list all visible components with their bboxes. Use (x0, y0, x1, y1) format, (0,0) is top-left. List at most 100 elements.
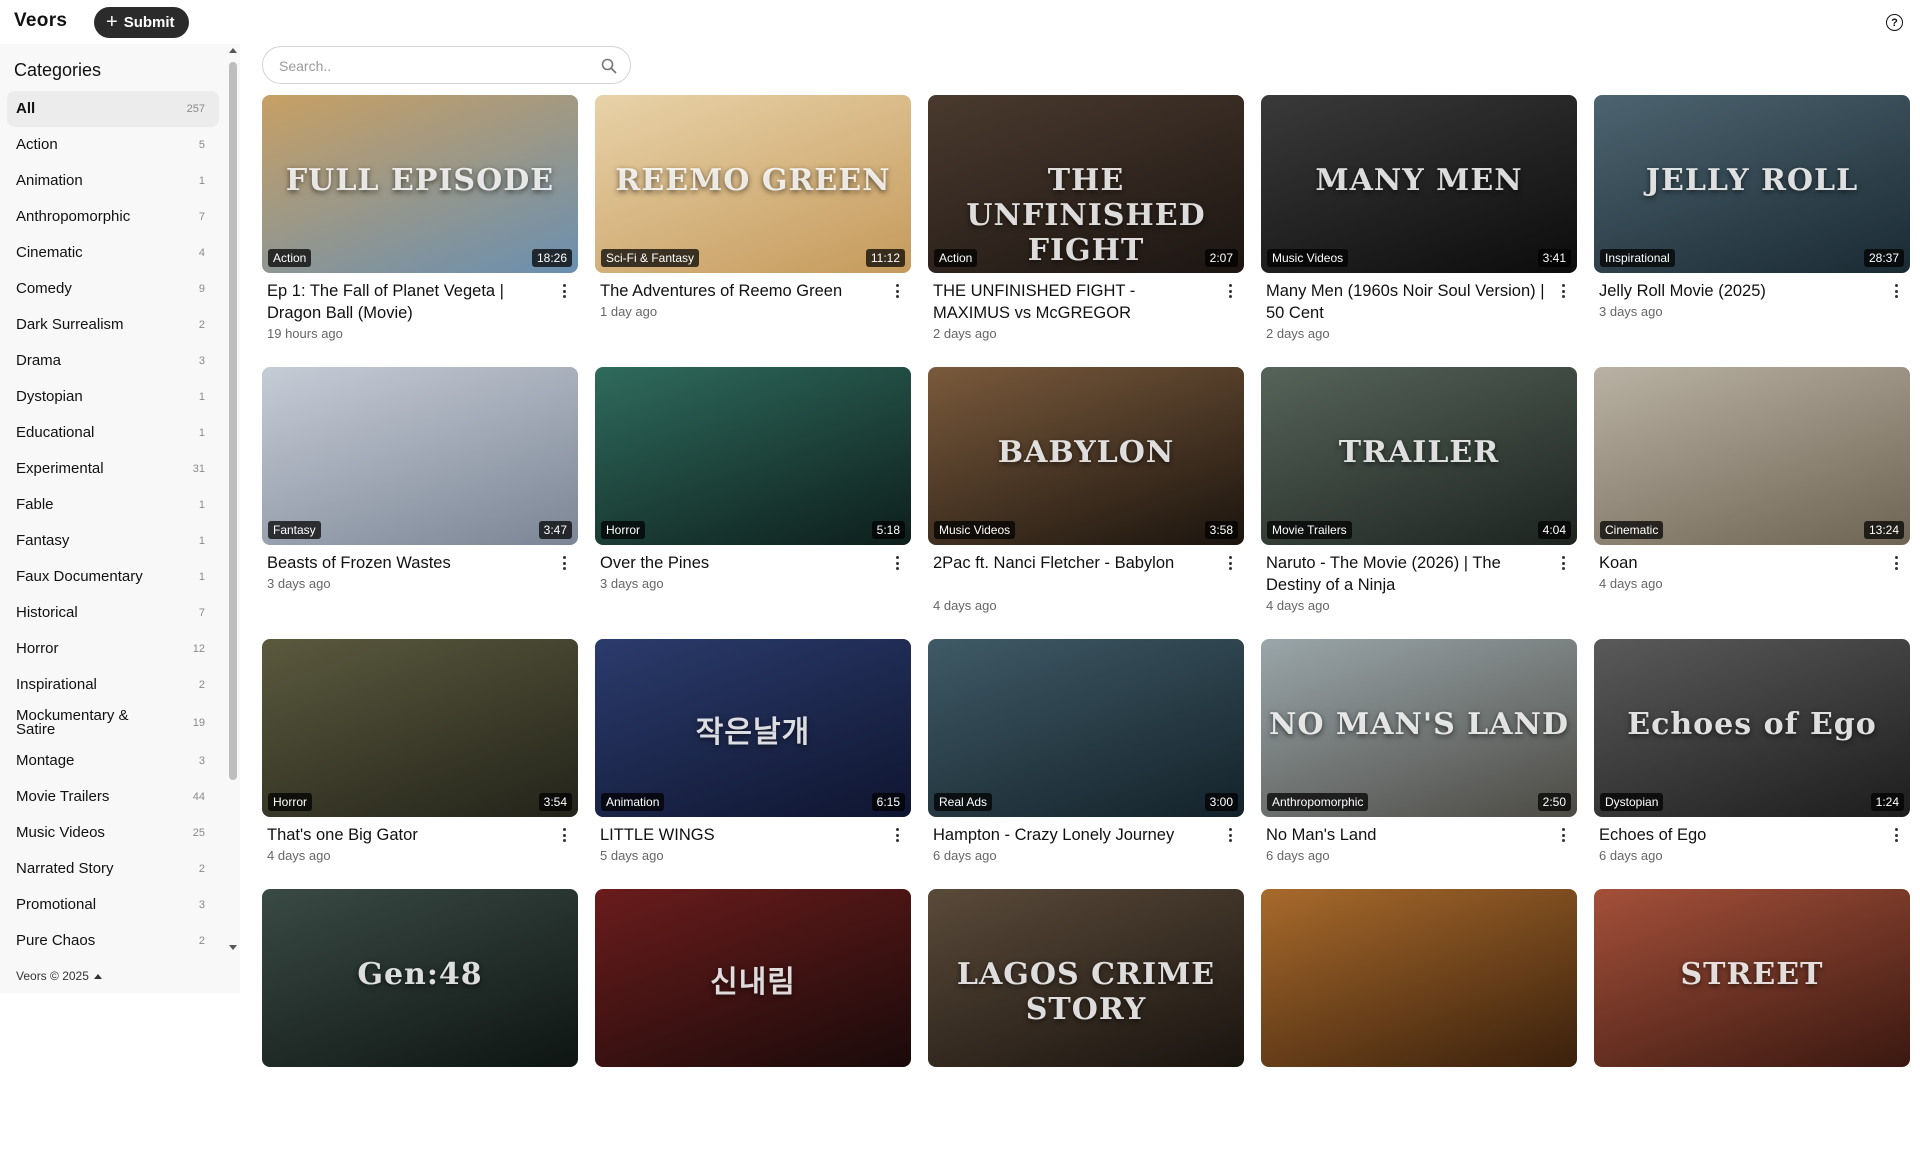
video-title[interactable]: Many Men (1960s Noir Soul Version) | 50 … (1266, 280, 1546, 324)
video-thumbnail[interactable]: LAGOS CRIME STORY (928, 889, 1244, 1067)
sidebar-item-movie-trailers[interactable]: Movie Trailers 44 (7, 779, 219, 815)
video-title[interactable]: Jelly Roll Movie (2025) (1599, 280, 1879, 302)
video-thumbnail[interactable]: Horror 5:18 (595, 367, 911, 545)
video-card[interactable]: 신내림 (595, 889, 911, 1161)
more-options-icon[interactable] (893, 827, 901, 843)
more-options-icon[interactable] (1226, 555, 1234, 571)
video-card[interactable]: NO MAN'S LAND Anthropomorphic 2:50 No Man's… (1261, 639, 1577, 889)
footer[interactable]: Veors © 2025 (16, 969, 102, 983)
sidebar-item-fantasy[interactable]: Fantasy 1 (7, 523, 219, 559)
video-title[interactable]: The Adventures of Reemo Green (600, 280, 880, 302)
video-thumbnail[interactable]: Horror 3:54 (262, 639, 578, 817)
sidebar-item-educational[interactable]: Educational 1 (7, 415, 219, 451)
sidebar-item-historical[interactable]: Historical 7 (7, 595, 219, 631)
scroll-up-arrow-icon[interactable] (229, 48, 237, 53)
sidebar-item-all[interactable]: All 257 (7, 91, 219, 127)
video-thumbnail[interactable]: 작은날개 Animation 6:15 (595, 639, 911, 817)
search-icon[interactable] (601, 58, 617, 74)
video-title[interactable]: Ep 1: The Fall of Planet Vegeta | Dragon… (267, 280, 547, 324)
more-options-icon[interactable] (1892, 283, 1900, 299)
video-card[interactable]: FULL EPISODE Action 18:26 Ep 1: The Fall of… (262, 95, 578, 367)
submit-button[interactable]: + Submit (94, 7, 189, 38)
sidebar-item-pure-chaos[interactable]: Pure Chaos 2 (7, 923, 219, 959)
video-card[interactable] (1261, 889, 1577, 1161)
video-card[interactable]: STREET (1594, 889, 1910, 1161)
more-options-icon[interactable] (1559, 283, 1567, 299)
sidebar-item-drama[interactable]: Drama 3 (7, 343, 219, 379)
video-card[interactable]: Horror 5:18 Over the Pines 3 days ago (595, 367, 911, 639)
video-card[interactable]: LAGOS CRIME STORY (928, 889, 1244, 1161)
sidebar-item-animation[interactable]: Animation 1 (7, 163, 219, 199)
more-options-icon[interactable] (1226, 827, 1234, 843)
video-title[interactable]: Koan (1599, 552, 1879, 574)
more-options-icon[interactable] (893, 283, 901, 299)
more-options-icon[interactable] (1559, 555, 1567, 571)
sidebar-item-horror[interactable]: Horror 12 (7, 631, 219, 667)
sidebar-item-action[interactable]: Action 5 (7, 127, 219, 163)
video-thumbnail[interactable]: STREET (1594, 889, 1910, 1067)
video-card[interactable]: Horror 3:54 That's one Big Gator 4 days ago (262, 639, 578, 889)
sidebar-item-music-videos[interactable]: Music Videos 25 (7, 815, 219, 851)
sidebar-item-faux-documentary[interactable]: Faux Documentary 1 (7, 559, 219, 595)
video-card[interactable]: THE UNFINISHED FIGHT Action 2:07 THE UNFINI… (928, 95, 1244, 367)
video-title[interactable]: Over the Pines (600, 552, 880, 574)
video-title[interactable]: LITTLE WINGS (600, 824, 880, 846)
video-thumbnail[interactable]: REEMO GREEN Sci-Fi & Fantasy 11:12 (595, 95, 911, 273)
app-logo[interactable]: Veors (14, 10, 67, 32)
video-thumbnail[interactable]: MANY MEN Music Videos 3:41 (1261, 95, 1577, 273)
video-title[interactable]: No Man's Land (1266, 824, 1546, 846)
video-title[interactable]: That's one Big Gator (267, 824, 547, 846)
more-options-icon[interactable] (560, 555, 568, 571)
video-thumbnail[interactable]: Real Ads 3:00 (928, 639, 1244, 817)
sidebar-item-comedy[interactable]: Comedy 9 (7, 271, 219, 307)
video-card[interactable]: REEMO GREEN Sci-Fi & Fantasy 11:12 The Adve… (595, 95, 911, 367)
video-thumbnail[interactable]: THE UNFINISHED FIGHT Action 2:07 (928, 95, 1244, 273)
video-title[interactable]: THE UNFINISHED FIGHT - MAXIMUS vs McGREG… (933, 280, 1213, 324)
sidebar-item-anthropomorphic[interactable]: Anthropomorphic 7 (7, 199, 219, 235)
more-options-icon[interactable] (893, 555, 901, 571)
search-bar[interactable] (262, 46, 631, 84)
sidebar-scrollbar[interactable] (227, 44, 239, 965)
more-options-icon[interactable] (560, 827, 568, 843)
video-thumbnail[interactable]: 신내림 (595, 889, 911, 1067)
sidebar-item-dark-surrealism[interactable]: Dark Surrealism 2 (7, 307, 219, 343)
video-card[interactable]: MANY MEN Music Videos 3:41 Many Men (1960s … (1261, 95, 1577, 367)
video-card[interactable]: Gen:48 (262, 889, 578, 1161)
sidebar-item-fable[interactable]: Fable 1 (7, 487, 219, 523)
video-card[interactable]: Cinematic 13:24 Koan 4 days ago (1594, 367, 1910, 639)
sidebar-item-dystopian[interactable]: Dystopian 1 (7, 379, 219, 415)
video-card[interactable]: Echoes of Ego Dystopian 1:24 Echoes of Ego 6… (1594, 639, 1910, 889)
video-thumbnail[interactable]: NO MAN'S LAND Anthropomorphic 2:50 (1261, 639, 1577, 817)
video-thumbnail[interactable]: Echoes of Ego Dystopian 1:24 (1594, 639, 1910, 817)
sidebar-item-experimental[interactable]: Experimental 31 (7, 451, 219, 487)
video-title[interactable]: Hampton - Crazy Lonely Journey (933, 824, 1213, 846)
video-thumbnail[interactable] (1261, 889, 1577, 1067)
scroll-thumb[interactable] (229, 62, 237, 780)
more-options-icon[interactable] (1226, 283, 1234, 299)
video-thumbnail[interactable]: BABYLON Music Videos 3:58 (928, 367, 1244, 545)
more-options-icon[interactable] (1892, 555, 1900, 571)
more-options-icon[interactable] (1559, 827, 1567, 843)
sidebar-item-narrated-story[interactable]: Narrated Story 2 (7, 851, 219, 887)
sidebar-item-montage[interactable]: Montage 3 (7, 743, 219, 779)
video-card[interactable]: TRAILER Movie Trailers 4:04 Naruto - The Mo… (1261, 367, 1577, 639)
sidebar-item-mockumentary-satire[interactable]: Mockumentary & Satire 19 (7, 703, 219, 743)
video-title[interactable]: Beasts of Frozen Wastes (267, 552, 547, 574)
video-card[interactable]: JELLY ROLL Inspirational 28:37 Jelly Roll M… (1594, 95, 1910, 367)
video-title[interactable]: Naruto - The Movie (2026) | The Destiny … (1266, 552, 1546, 596)
search-input[interactable] (279, 56, 589, 76)
help-icon[interactable]: ? (1886, 14, 1903, 31)
more-options-icon[interactable] (560, 283, 568, 299)
video-thumbnail[interactable]: Gen:48 (262, 889, 578, 1067)
video-thumbnail[interactable]: FULL EPISODE Action 18:26 (262, 95, 578, 273)
video-thumbnail[interactable]: Cinematic 13:24 (1594, 367, 1910, 545)
video-card[interactable]: 작은날개 Animation 6:15 LITTLE WINGS 5 days ago (595, 639, 911, 889)
video-thumbnail[interactable]: TRAILER Movie Trailers 4:04 (1261, 367, 1577, 545)
video-card[interactable]: Fantasy 3:47 Beasts of Frozen Wastes 3 days… (262, 367, 578, 639)
sidebar-item-cinematic[interactable]: Cinematic 4 (7, 235, 219, 271)
more-options-icon[interactable] (1892, 827, 1900, 843)
sidebar-item-inspirational[interactable]: Inspirational 2 (7, 667, 219, 703)
video-title[interactable]: Echoes of Ego (1599, 824, 1879, 846)
video-thumbnail[interactable]: Fantasy 3:47 (262, 367, 578, 545)
video-card[interactable]: Real Ads 3:00 Hampton - Crazy Lonely Journ… (928, 639, 1244, 889)
